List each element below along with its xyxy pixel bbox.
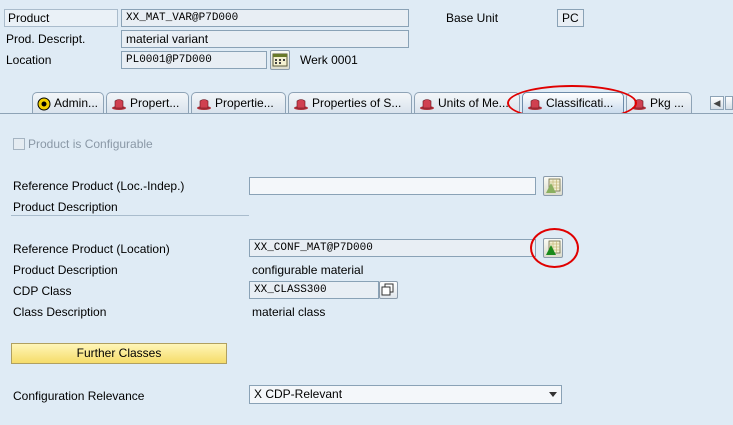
- tab-label: Admin...: [54, 96, 99, 110]
- tab-label: Properties of S...: [312, 96, 402, 110]
- tab-label: Pkg ...: [650, 96, 685, 110]
- product-description-label-2: Product Description: [13, 263, 118, 277]
- tab-label: Units of Me...: [438, 96, 509, 110]
- hat-icon: [294, 99, 308, 110]
- separator: [11, 215, 249, 216]
- class-description-value: material class: [252, 305, 326, 319]
- location-label: Location: [6, 53, 52, 67]
- class-triangle-icon: [546, 240, 561, 255]
- ref-product-locindep-label: Reference Product (Loc.-Indep.): [13, 179, 185, 193]
- tab-properties-1[interactable]: Propert...: [106, 92, 189, 114]
- ref-product-location-button[interactable]: [543, 238, 563, 258]
- product-label: Product: [4, 9, 118, 27]
- cdp-class-field[interactable]: XX_CLASS300: [249, 281, 379, 299]
- class-description-label: Class Description: [13, 305, 107, 319]
- product-description-label-1: Product Description: [13, 200, 118, 214]
- tab-scroll-left-button[interactable]: ◀: [710, 96, 724, 110]
- base-unit-label: Base Unit: [446, 11, 499, 25]
- copy-icon: [381, 283, 394, 296]
- tab-label: Propertie...: [215, 96, 274, 110]
- tab-properties-2[interactable]: Propertie...: [191, 92, 286, 114]
- admin-icon: [37, 97, 51, 111]
- config-relevance-value: X CDP-Relevant: [254, 387, 343, 401]
- tab-label: Propert...: [130, 96, 180, 110]
- config-relevance-select[interactable]: X CDP-Relevant: [249, 385, 562, 404]
- hat-icon: [528, 99, 542, 110]
- hat-icon: [197, 99, 211, 110]
- location-search-button[interactable]: [270, 50, 290, 70]
- tab-scroll-right-button[interactable]: [725, 96, 733, 110]
- location-description: Werk 0001: [300, 53, 358, 67]
- class-triangle-icon: [546, 178, 561, 193]
- calendar-icon: [272, 53, 288, 67]
- further-classes-button[interactable]: Further Classes: [11, 343, 227, 364]
- tab-units-of-measure[interactable]: Units of Me...: [414, 92, 520, 114]
- hat-icon: [420, 99, 434, 110]
- tab-label: Classificati...: [546, 96, 614, 110]
- cdp-class-button[interactable]: [379, 281, 398, 299]
- hat-icon: [112, 99, 126, 110]
- configurable-label: Product is Configurable: [28, 137, 153, 151]
- config-relevance-label: Configuration Relevance: [13, 389, 145, 403]
- product-field[interactable]: XX_MAT_VAR@P7D000: [121, 9, 409, 27]
- tab-pkg[interactable]: Pkg ...: [626, 92, 692, 114]
- ref-product-location-label: Reference Product (Location): [13, 242, 170, 256]
- prod-descript-label: Prod. Descript.: [6, 32, 86, 46]
- ref-product-location-field[interactable]: XX_CONF_MAT@P7D000: [249, 239, 536, 257]
- location-field[interactable]: PL0001@P7D000: [121, 51, 267, 69]
- cdp-class-label: CDP Class: [13, 284, 72, 298]
- tabstrip: Admin... Propert... Propertie... Propert…: [0, 92, 733, 114]
- chevron-down-icon: [549, 392, 557, 397]
- ref-product-locindep-field[interactable]: [249, 177, 536, 195]
- configurable-checkbox[interactable]: [13, 138, 25, 150]
- tab-properties-of-s[interactable]: Properties of S...: [288, 92, 412, 114]
- prod-descript-field[interactable]: material variant: [121, 30, 409, 48]
- chevron-left-icon: ◀: [713, 98, 721, 108]
- hat-icon: [632, 99, 646, 110]
- tab-admin[interactable]: Admin...: [32, 92, 104, 114]
- ref-product-locindep-button[interactable]: [543, 176, 563, 196]
- product-description-value-2: configurable material: [252, 263, 364, 277]
- tab-classification[interactable]: Classificati...: [522, 92, 624, 114]
- base-unit-field[interactable]: PC: [557, 9, 584, 27]
